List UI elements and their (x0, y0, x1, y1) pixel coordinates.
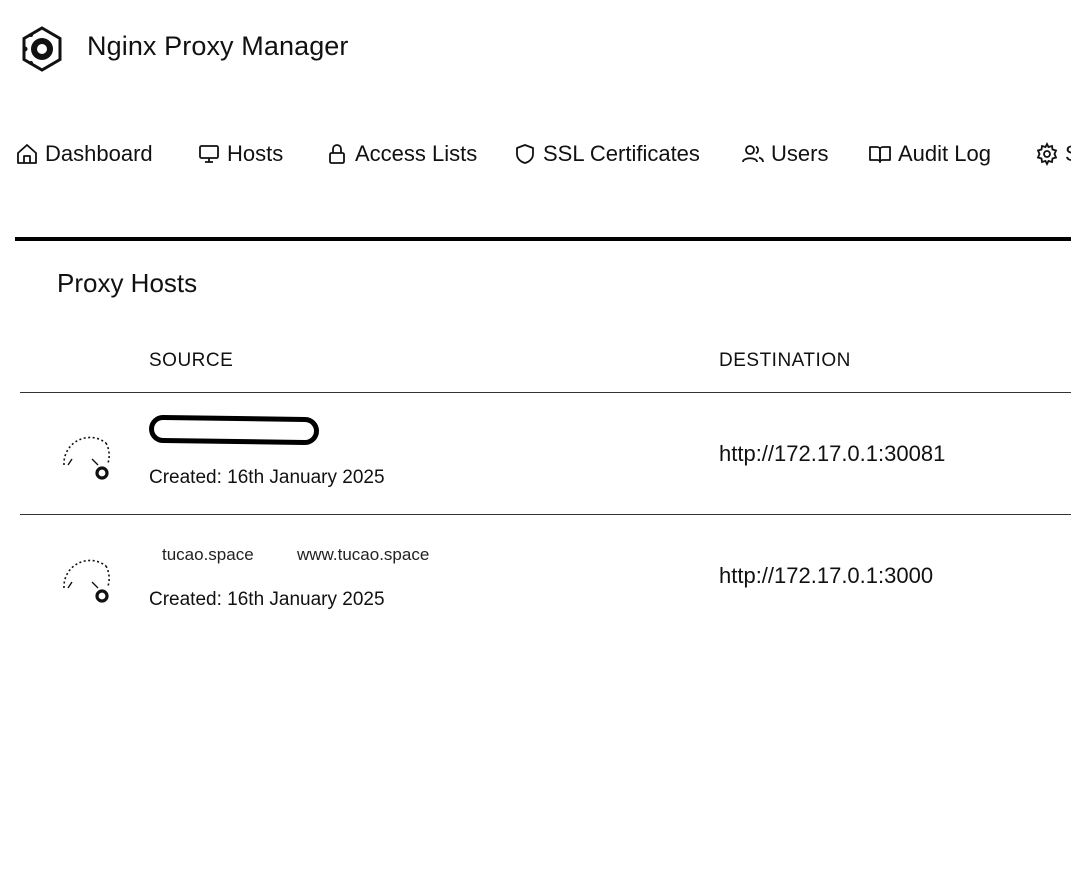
app-title: Nginx Proxy Manager (87, 31, 349, 61)
nav-item-ssl-certificates[interactable]: SSL Certificates (513, 134, 700, 174)
nav-label-audit-log: Audit Log (898, 141, 991, 166)
shield-icon (516, 144, 534, 164)
avatar (63, 559, 110, 603)
main-nav: Dashboard Hosts Access Lists SSL Certifi… (0, 134, 1071, 174)
domain-badge[interactable]: www.tucao.space (297, 545, 429, 565)
destination-url[interactable]: http://172.17.0.1:30081 (719, 441, 945, 467)
gear-icon (1036, 142, 1058, 166)
nav-label-settings: S (1065, 141, 1071, 167)
column-header-destination: DESTINATION (719, 350, 851, 371)
card-top-border (15, 237, 1071, 241)
book-icon (869, 146, 891, 163)
nav-item-settings[interactable]: S (1035, 134, 1071, 174)
destination-url[interactable]: http://172.17.0.1:3000 (719, 563, 933, 589)
created-date: Created: 16th January 2025 (149, 589, 385, 610)
users-icon (742, 145, 764, 163)
nav-item-access-lists[interactable]: Access Lists (325, 134, 477, 174)
nav-item-users[interactable]: Users (741, 134, 828, 174)
nav-label-users: Users (771, 141, 829, 166)
monitor-icon (199, 145, 219, 163)
nav-item-audit-log[interactable]: Audit Log (868, 134, 991, 174)
nav-label-access-lists: Access Lists (355, 141, 478, 166)
nav-label-ssl-certificates: SSL Certificates (543, 141, 700, 166)
nav-label-hosts: Hosts (227, 141, 284, 166)
card-title: Proxy Hosts (57, 268, 198, 298)
column-header-source: SOURCE (149, 350, 234, 371)
created-date: Created: 16th January 2025 (149, 467, 385, 488)
home-icon (17, 144, 37, 164)
row-divider (20, 514, 1071, 515)
nav-label-dashboard: Dashboard (45, 141, 153, 166)
redacted-source-domain (148, 414, 320, 446)
nginx-proxy-manager-logo-icon[interactable] (18, 25, 66, 73)
lock-icon (329, 144, 345, 164)
avatar (63, 436, 110, 480)
domain-badge[interactable]: tucao.space (162, 545, 254, 565)
nav-item-hosts[interactable]: Hosts (197, 134, 283, 174)
nav-item-dashboard[interactable]: Dashboard (15, 134, 153, 174)
header-divider (20, 392, 1071, 393)
app-header: Nginx Proxy Manager (0, 0, 1071, 100)
